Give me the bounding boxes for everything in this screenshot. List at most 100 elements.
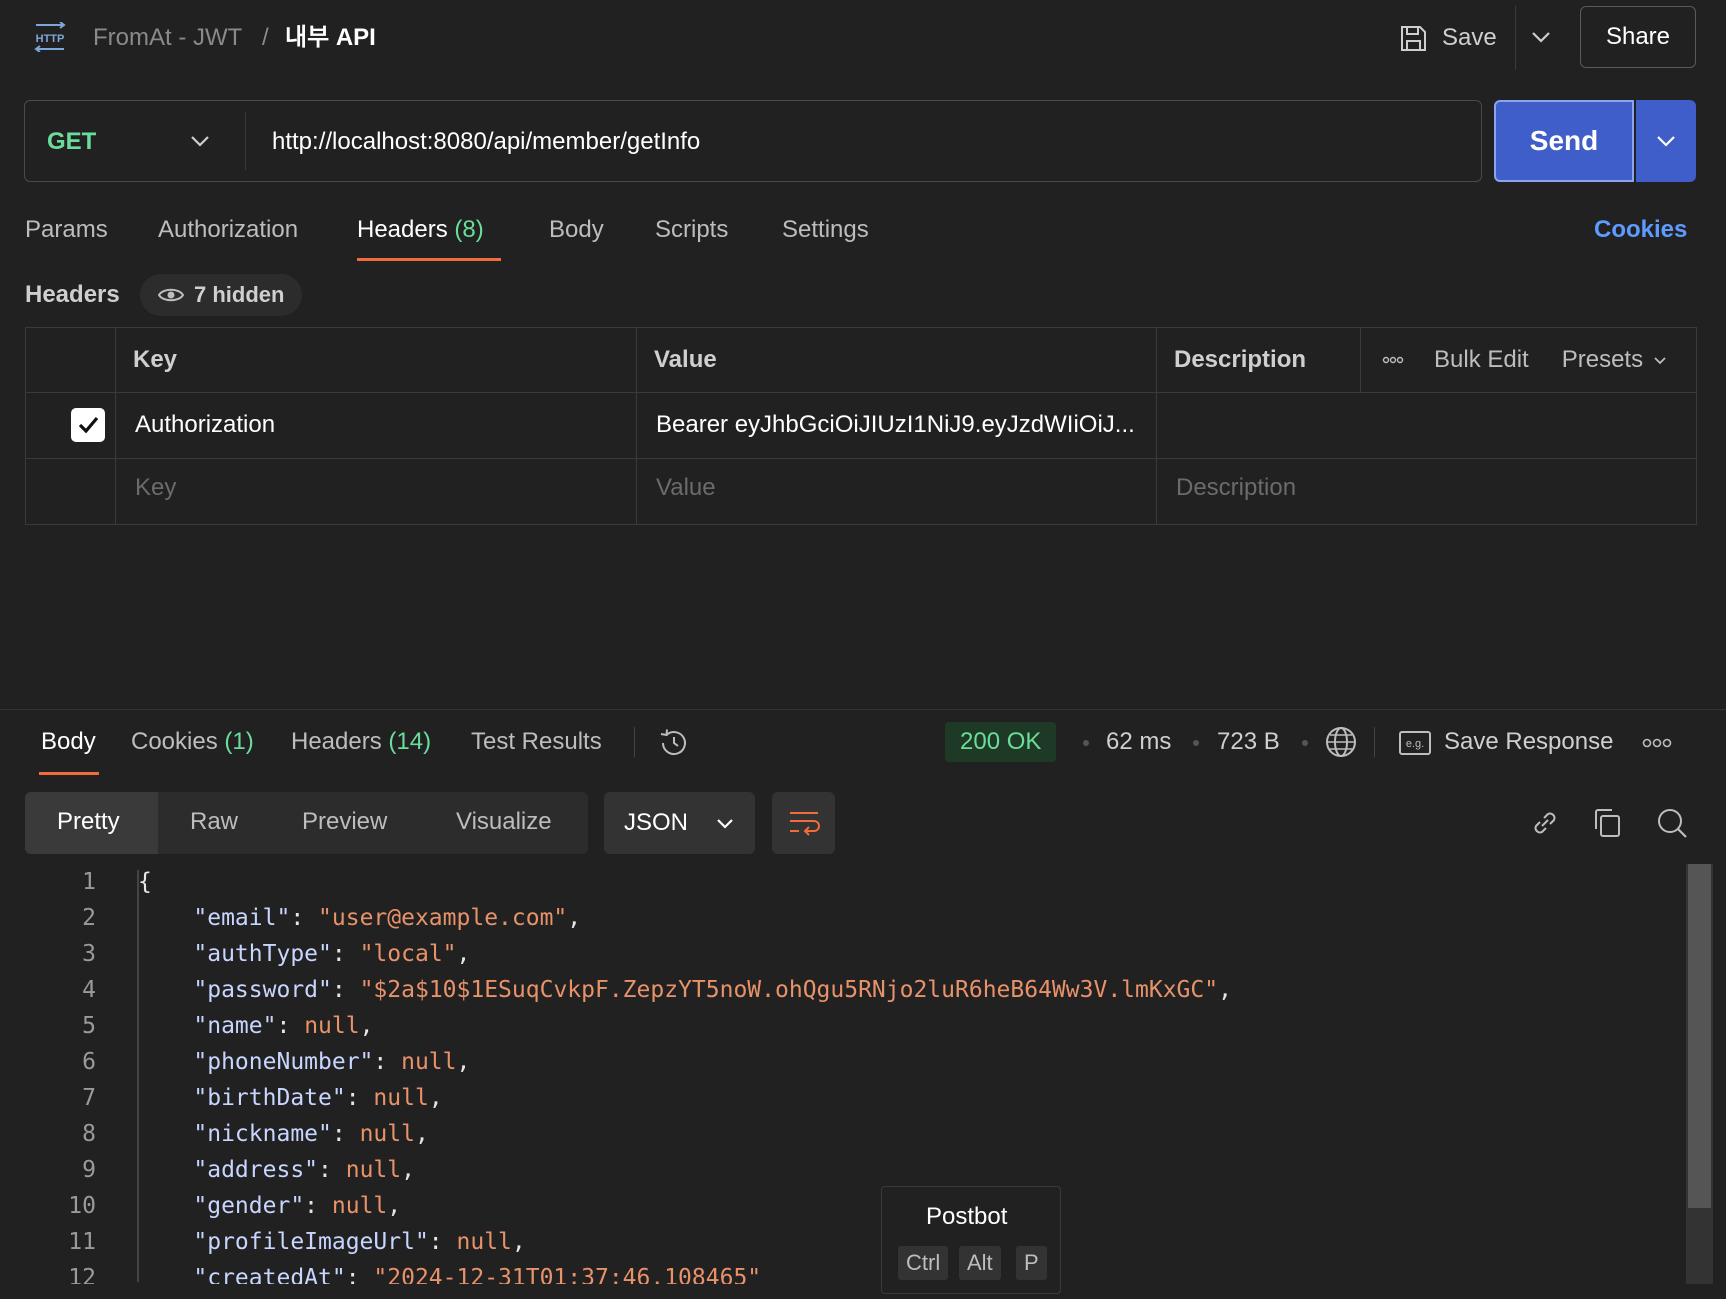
request-name[interactable]: 내부 API — [285, 20, 376, 56]
view-visualize[interactable]: Visualize — [456, 804, 552, 840]
active-response-tab-indicator — [39, 772, 99, 775]
json-punct: : — [276, 1013, 305, 1039]
line-number: 10 — [68, 1193, 96, 1219]
save-response-icon[interactable]: e.g. — [1398, 730, 1432, 756]
line-content: "profileImageUrl": null, — [138, 1224, 525, 1260]
json-punct: , — [401, 1157, 415, 1183]
line-content: "address": null, — [138, 1152, 415, 1188]
new-description-input[interactable]: Description — [1176, 470, 1296, 506]
line-number: 3 — [82, 941, 96, 967]
tab-body[interactable]: Body — [549, 212, 604, 248]
header-value-cell[interactable]: Bearer eyJhbGciOiJIUzI1NiJ9.eyJzdWIiOiJ.… — [656, 407, 1150, 443]
json-punct: : — [331, 941, 360, 967]
breadcrumb-separator: / — [262, 24, 269, 51]
response-body-code[interactable]: 1{2 "email": "user@example.com", 3 "authT… — [0, 864, 1690, 1284]
json-key: "authType" — [193, 941, 332, 967]
table-col-divider — [1360, 327, 1361, 392]
code-line: 8 "nickname": null, — [0, 1116, 1690, 1152]
format-dropdown[interactable]: JSON — [604, 792, 755, 854]
response-tab-headers[interactable]: Headers (14) — [291, 724, 431, 760]
view-pretty[interactable]: Pretty — [57, 804, 120, 840]
json-string: "$2a$10$1ESuqCvkpF.ZepzYT5noW.ohQgu5RNjo… — [359, 977, 1219, 1003]
method-select[interactable]: GET — [47, 124, 96, 160]
json-punct — [138, 1157, 193, 1183]
chevron-down-icon — [1657, 136, 1675, 147]
json-key: "email" — [193, 905, 291, 931]
json-punct — [138, 905, 193, 931]
postbot-title: Postbot — [926, 1203, 1008, 1230]
search-icon[interactable] — [1654, 805, 1690, 841]
tab-headers[interactable]: Headers (8) — [357, 212, 484, 248]
line-content: "name": null, — [138, 1008, 373, 1044]
json-punct: : — [318, 1157, 346, 1183]
toolbar-separator — [634, 727, 635, 757]
svg-text:e.g.: e.g. — [1406, 738, 1424, 750]
json-key: "birthDate" — [193, 1085, 346, 1111]
code-line: 4 "password": "$2a$10$1ESuqCvkpF.ZepzYT5… — [0, 972, 1690, 1008]
presets-dropdown[interactable]: Presets — [1562, 346, 1643, 374]
copy-icon[interactable] — [1590, 805, 1626, 841]
json-punct — [138, 1085, 193, 1111]
view-preview[interactable]: Preview — [302, 804, 387, 840]
eye-icon — [158, 288, 184, 302]
tab-authorization[interactable]: Authorization — [158, 212, 298, 248]
json-key: "name" — [193, 1013, 277, 1039]
send-button[interactable]: Send — [1494, 100, 1634, 182]
json-punct: : — [373, 1049, 402, 1075]
chevron-down-icon[interactable] — [1526, 22, 1556, 52]
json-null: null — [373, 1085, 429, 1111]
chevron-down-icon[interactable] — [1651, 351, 1669, 369]
code-line: 9 "address": null, — [0, 1152, 1690, 1188]
json-key: "phoneNumber" — [193, 1049, 374, 1075]
link-icon[interactable] — [1527, 805, 1563, 841]
globe-icon[interactable] — [1324, 725, 1358, 759]
response-size[interactable]: 723 B — [1217, 724, 1280, 760]
response-tab-test-results[interactable]: Test Results — [471, 724, 602, 760]
history-icon[interactable] — [657, 726, 691, 760]
tab-params[interactable]: Params — [25, 212, 108, 248]
header-key-cell[interactable]: Authorization — [135, 407, 615, 443]
save-divider — [1515, 6, 1516, 70]
tab-settings[interactable]: Settings — [782, 212, 869, 248]
hidden-headers-toggle[interactable]: 7 hidden — [140, 274, 303, 316]
new-key-input[interactable]: Key — [135, 470, 176, 506]
shortcut-key: Ctrl — [898, 1246, 949, 1280]
response-tab-body[interactable]: Body — [41, 724, 96, 760]
breadcrumb-collection[interactable]: FromAt - JWT — [93, 20, 242, 56]
tab-scripts[interactable]: Scripts — [655, 212, 728, 248]
share-button[interactable]: Share — [1580, 6, 1696, 68]
check-icon — [78, 416, 99, 434]
scrollbar-thumb[interactable] — [1688, 864, 1711, 1208]
json-null: null — [359, 1121, 415, 1147]
cookies-link[interactable]: Cookies — [1594, 212, 1687, 248]
new-value-input[interactable]: Value — [656, 470, 716, 506]
wrap-icon — [789, 812, 820, 836]
tab-headers-count: (8) — [454, 216, 484, 243]
json-null: null — [331, 1193, 388, 1219]
header-enabled-checkbox[interactable] — [71, 408, 105, 442]
more-icon[interactable] — [1382, 356, 1404, 364]
view-raw[interactable]: Raw — [190, 804, 238, 840]
save-button[interactable]: Save — [1398, 18, 1497, 58]
bulk-edit-button[interactable]: Bulk Edit — [1434, 346, 1529, 374]
response-divider — [0, 709, 1726, 710]
line-number: 8 — [82, 1121, 96, 1147]
wrap-lines-button[interactable] — [772, 792, 835, 854]
chevron-down-icon[interactable] — [186, 127, 214, 155]
more-icon[interactable] — [1642, 738, 1672, 748]
chevron-down-icon — [717, 819, 733, 829]
url-bar — [24, 100, 1482, 182]
url-input[interactable]: http://localhost:8080/api/member/getInfo — [272, 124, 700, 160]
active-tab-indicator — [357, 258, 501, 261]
save-response-button[interactable]: Save Response — [1444, 724, 1613, 760]
json-null: null — [456, 1229, 512, 1255]
column-header-key: Key — [133, 346, 178, 373]
send-options-button[interactable] — [1636, 100, 1696, 182]
line-content: "authType": "local", — [138, 936, 470, 972]
json-punct — [138, 1049, 193, 1075]
response-tab-cookies[interactable]: Cookies (1) — [131, 724, 254, 760]
code-line: 2 "email": "user@example.com", — [0, 900, 1690, 936]
response-time[interactable]: 62 ms — [1106, 724, 1171, 760]
status-badge[interactable]: 200 OK — [945, 722, 1057, 762]
response-tab-headers-count: (14) — [388, 728, 432, 755]
